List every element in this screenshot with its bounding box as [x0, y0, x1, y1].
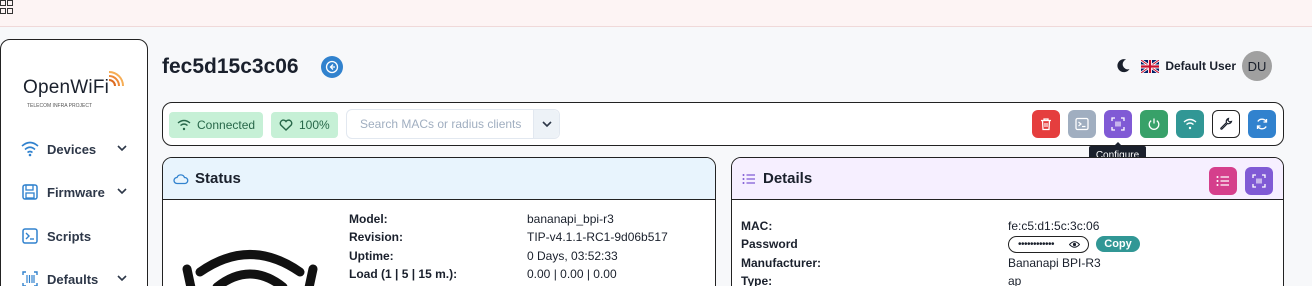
mac-value: fe:c5:d1:5c:3c:06 [1008, 219, 1100, 233]
sidebar-item-label: Defaults [47, 271, 99, 286]
device-wifi-graphic [182, 250, 318, 286]
sidebar-item-label: Devices [47, 141, 97, 157]
avatar[interactable]: DU [1242, 51, 1272, 81]
revision-value: TIP-v4.1.1-RC1-9d06b517 [527, 230, 668, 244]
sidebar-item-defaults[interactable]: Defaults [21, 267, 133, 286]
wifi-icon [1183, 118, 1197, 130]
revision-label: Revision: [349, 230, 404, 244]
sidebar-item-firmware[interactable]: Firmware [21, 180, 133, 204]
details-card-header: Details [732, 158, 1283, 200]
list-icon [742, 173, 755, 184]
details-list-button[interactable] [1209, 167, 1237, 195]
eye-icon[interactable] [1069, 240, 1080, 249]
refresh-button[interactable] [1248, 110, 1276, 138]
apps-grid-icon[interactable] [0, 0, 14, 14]
chevron-down-icon [117, 188, 127, 195]
chevron-down-icon [117, 145, 127, 152]
health-label: 100% [299, 118, 330, 132]
password-field[interactable]: •••••••••••• [1008, 236, 1089, 253]
sidebar-item-label: Scripts [47, 228, 92, 244]
arrow-left-circle-icon [325, 60, 339, 74]
floppy-icon [21, 183, 39, 201]
barcode-icon [1111, 117, 1125, 131]
delete-button[interactable] [1032, 110, 1060, 138]
search-input[interactable] [347, 110, 535, 138]
chevron-down-icon [117, 275, 127, 282]
details-configure-button[interactable] [1245, 167, 1273, 195]
header-user-area: Default User DU [1115, 51, 1272, 81]
model-label: Model: [349, 212, 388, 226]
wifi-scan-button[interactable] [1176, 110, 1204, 138]
logo-subtitle: TELECOM INFRA PROJECT [27, 103, 93, 109]
search-dropdown-button[interactable] [533, 110, 559, 138]
wrench-icon [1220, 117, 1233, 130]
barcode-icon [1252, 174, 1266, 188]
power-icon [1148, 118, 1160, 130]
wifi-icon [21, 140, 39, 158]
status-card-header: Status [163, 158, 715, 200]
top-bar [0, 0, 1312, 27]
trash-icon [1041, 118, 1051, 131]
password-label: Password [741, 237, 798, 251]
terminal-icon [1075, 117, 1089, 131]
reboot-button[interactable] [1140, 110, 1168, 138]
load-label: Load (1 | 5 | 15 m.): [349, 267, 458, 281]
type-value: ap [1008, 274, 1022, 286]
connected-label: Connected [197, 118, 256, 132]
health-badge: 100% [271, 112, 338, 138]
connected-badge: Connected [169, 112, 264, 138]
tools-button[interactable] [1212, 110, 1240, 138]
cloud-icon [173, 173, 189, 184]
password-masked: •••••••••••• [1018, 239, 1055, 250]
configure-button[interactable] [1104, 110, 1132, 138]
uptime-label: Uptime: [349, 249, 394, 263]
moon-icon[interactable] [1115, 58, 1131, 74]
type-label: Type: [741, 274, 773, 286]
logo-text: OpenWiFi [23, 77, 110, 98]
device-toolbar: Connected 100% [162, 102, 1284, 146]
manufacturer-label: Manufacturer: [741, 256, 822, 270]
user-name[interactable]: Default User [1165, 59, 1236, 73]
barcode-icon [21, 270, 39, 286]
chevron-down-icon [541, 121, 552, 128]
sidebar-item-devices[interactable]: Devices [21, 137, 133, 161]
terminal-icon [21, 227, 39, 245]
details-card: Details MAC: fe:c5:d1:5c:3c:06 Password … [731, 157, 1284, 286]
status-title: Status [195, 170, 241, 187]
sidebar-item-scripts[interactable]: Scripts [21, 224, 133, 248]
manufacturer-value: Bananapi BPI-R3 [1008, 256, 1101, 270]
terminal-button[interactable] [1068, 110, 1096, 138]
sidebar: OpenWiFi TELECOM INFRA PROJECT Devices F… [0, 39, 148, 286]
heart-icon [279, 119, 293, 131]
refresh-icon [1256, 118, 1268, 130]
list-icon [1216, 176, 1229, 186]
wifi-icon [177, 119, 191, 131]
uptime-value: 0 Days, 03:52:33 [527, 249, 618, 263]
search-box [346, 109, 560, 139]
status-card: Status Model: bananapi_bpi-r3 Revision: … [162, 157, 716, 286]
uk-flag-icon[interactable] [1141, 59, 1160, 73]
back-button[interactable] [321, 56, 343, 78]
load-value: 0.00 | 0.00 | 0.00 [527, 267, 617, 281]
mac-label: MAC: [741, 219, 773, 233]
model-value: bananapi_bpi-r3 [527, 212, 614, 226]
sidebar-item-label: Firmware [47, 184, 105, 200]
copy-password-button[interactable]: Copy [1096, 236, 1140, 252]
logo-wifi-icon [108, 71, 124, 87]
details-title: Details [763, 170, 813, 187]
openwifi-logo: OpenWiFi TELECOM INFRA PROJECT [23, 70, 133, 120]
page-title: fec5d15c3c06 [162, 55, 299, 78]
